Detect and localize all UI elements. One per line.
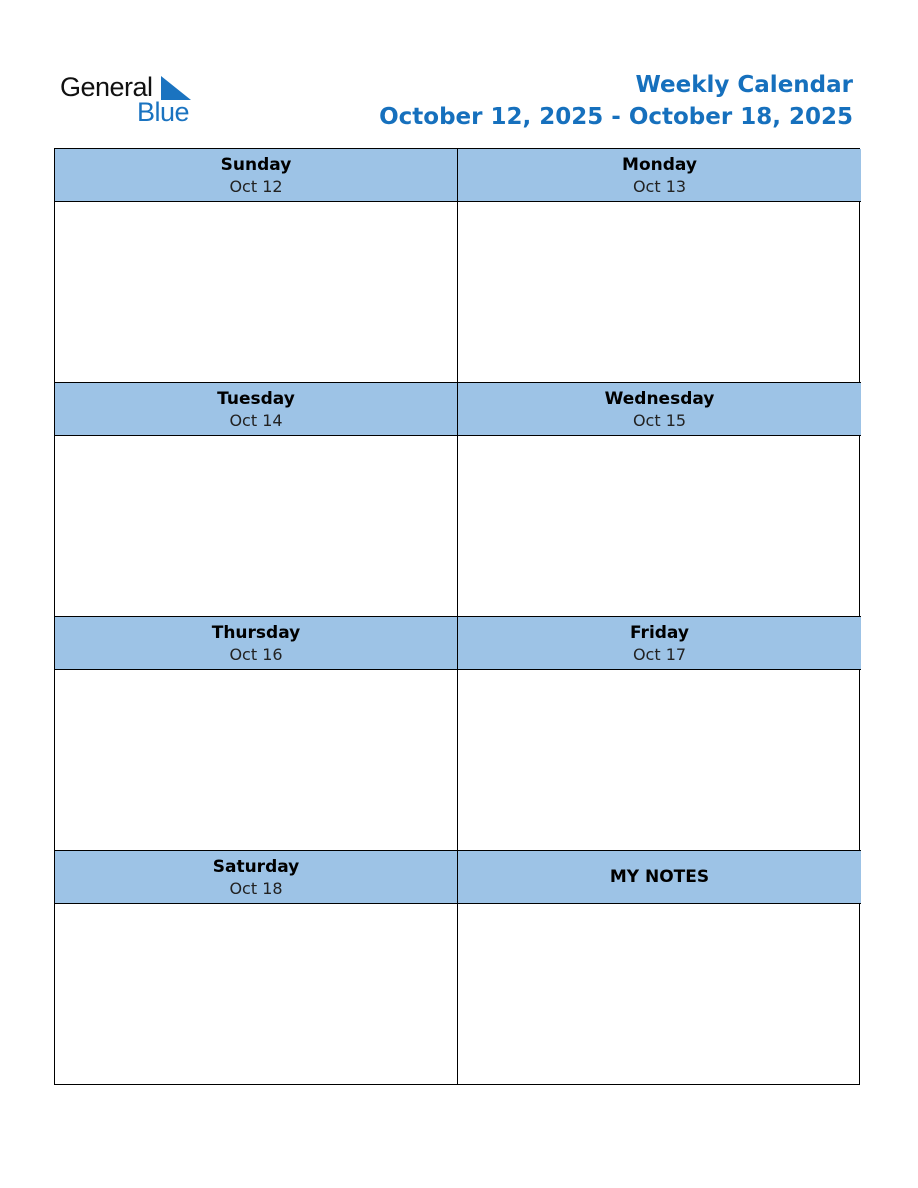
page-title: Weekly Calendar — [635, 72, 853, 98]
notes-cell: MY NOTES — [458, 851, 861, 1085]
day-body[interactable] — [458, 436, 861, 616]
day-header: Tuesday Oct 14 — [55, 383, 457, 436]
day-date: Oct 16 — [229, 644, 283, 664]
day-body[interactable] — [458, 202, 861, 382]
weekly-calendar-grid: Sunday Oct 12 Monday Oct 13 Tuesday Oct … — [54, 148, 861, 1085]
page-header: Weekly Calendar October 12, 2025 - Octob… — [379, 70, 853, 134]
day-name: Monday — [622, 154, 697, 175]
day-header: Monday Oct 13 — [458, 149, 861, 202]
day-name: Wednesday — [604, 388, 715, 409]
day-date: Oct 15 — [632, 410, 687, 430]
day-cell-thursday: Thursday Oct 16 — [55, 617, 458, 851]
day-header: Saturday Oct 18 — [55, 851, 457, 904]
day-cell-monday: Monday Oct 13 — [458, 149, 861, 383]
day-date: Oct 13 — [632, 176, 687, 196]
day-header: Thursday Oct 16 — [55, 617, 457, 670]
day-body[interactable] — [55, 436, 457, 616]
day-cell-sunday: Sunday Oct 12 — [55, 149, 458, 383]
day-date: Oct 12 — [229, 176, 283, 196]
day-name: Sunday — [220, 154, 292, 175]
day-name: Thursday — [211, 622, 301, 643]
day-cell-wednesday: Wednesday Oct 15 — [458, 383, 861, 617]
day-header: Friday Oct 17 — [458, 617, 861, 670]
day-cell-tuesday: Tuesday Oct 14 — [55, 383, 458, 617]
notes-label: MY NOTES — [609, 867, 710, 887]
date-range: October 12, 2025 - October 18, 2025 — [379, 104, 853, 130]
logo-text-blue: Blue — [137, 97, 190, 127]
day-body[interactable] — [458, 670, 861, 850]
day-date: Oct 18 — [229, 878, 283, 898]
notes-body[interactable] — [458, 904, 861, 1085]
day-body[interactable] — [55, 904, 457, 1085]
day-header: Sunday Oct 12 — [55, 149, 457, 202]
day-name: Tuesday — [217, 388, 295, 409]
day-name: Saturday — [212, 856, 300, 877]
day-date: Oct 14 — [229, 410, 283, 430]
notes-header: MY NOTES — [458, 851, 861, 904]
day-body[interactable] — [55, 202, 457, 382]
day-cell-saturday: Saturday Oct 18 — [55, 851, 458, 1085]
day-name: Friday — [630, 622, 689, 643]
day-body[interactable] — [55, 670, 457, 850]
day-date: Oct 17 — [632, 644, 687, 664]
day-header: Wednesday Oct 15 — [458, 383, 861, 436]
general-blue-logo: General Blue — [60, 72, 200, 132]
day-cell-friday: Friday Oct 17 — [458, 617, 861, 851]
